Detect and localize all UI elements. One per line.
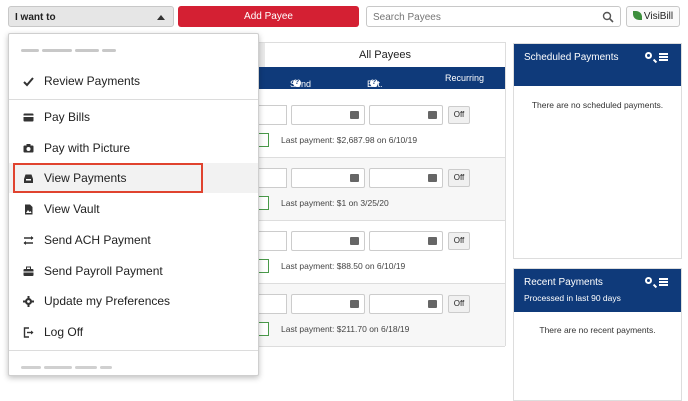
search-box bbox=[366, 6, 621, 27]
send-on-date-input[interactable] bbox=[291, 231, 365, 251]
briefcase-icon bbox=[23, 266, 34, 276]
recent-payments-panel: Recent Payments Processed in last 90 day… bbox=[513, 268, 682, 401]
menu-item-pay-with-picture[interactable]: Pay with Picture bbox=[9, 133, 258, 163]
calendar-icon[interactable] bbox=[428, 237, 437, 245]
leaf-icon bbox=[632, 11, 642, 20]
menu-list-icon[interactable] bbox=[659, 53, 668, 61]
send-on-date-input[interactable] bbox=[291, 294, 365, 314]
menu-item-log-off[interactable]: Log Off bbox=[9, 317, 258, 347]
est-delivery-date-input[interactable] bbox=[369, 168, 443, 188]
menu-item-view-vault[interactable]: View Vault bbox=[9, 194, 258, 224]
menu-item-label: Pay Bills bbox=[44, 110, 91, 124]
menu-item-label: Update my Preferences bbox=[44, 294, 171, 308]
credit-card-icon bbox=[23, 113, 34, 122]
recurring-toggle[interactable]: Off bbox=[448, 169, 470, 187]
last-payment-text: Last payment: $2,687.98 on 6/10/19 bbox=[281, 135, 418, 145]
send-on-date-input[interactable] bbox=[291, 105, 365, 125]
top-toolbar: I want to Add Payee VisiBill bbox=[0, 0, 688, 36]
est-delivery-date-input[interactable] bbox=[369, 105, 443, 125]
last-payment-text: Last payment: $1 on 3/25/20 bbox=[281, 198, 389, 208]
menu-item-send-payroll-payment[interactable]: Send Payroll Payment bbox=[9, 256, 258, 286]
menu-item-label: Send Payroll Payment bbox=[44, 264, 163, 278]
check-icon bbox=[23, 77, 34, 87]
est-delivery-date-input[interactable] bbox=[369, 294, 443, 314]
recurring-toggle[interactable]: Off bbox=[448, 295, 470, 313]
calendar-icon[interactable] bbox=[350, 174, 359, 182]
recurring-toggle[interactable]: Off bbox=[448, 106, 470, 124]
menu-divider bbox=[9, 350, 258, 351]
recent-payments-header: Recent Payments Processed in last 90 day… bbox=[514, 269, 681, 312]
visibill-button[interactable]: VisiBill bbox=[626, 6, 680, 27]
recent-empty-text: There are no recent payments. bbox=[539, 325, 656, 335]
last-payment-text: Last payment: $211.70 on 6/18/19 bbox=[281, 324, 410, 334]
menu-item-label: Log Off bbox=[44, 325, 84, 339]
faded-menu-item bbox=[21, 356, 131, 369]
scheduled-payments-title: Scheduled Payments bbox=[524, 52, 619, 63]
menu-list-icon[interactable] bbox=[659, 278, 668, 286]
tab-all-payees[interactable]: All Payees bbox=[265, 43, 505, 67]
camera-icon bbox=[23, 144, 34, 153]
scheduled-empty-text: There are no scheduled payments. bbox=[531, 100, 664, 110]
faded-menu-item bbox=[21, 42, 141, 53]
menu-item-label: Send ACH Payment bbox=[44, 233, 151, 247]
menu-item-send-ach-payment[interactable]: Send ACH Payment bbox=[9, 225, 258, 255]
calendar-icon[interactable] bbox=[350, 300, 359, 308]
menu-item-label: View Vault bbox=[44, 202, 100, 216]
menu-divider bbox=[9, 99, 258, 100]
transfer-arrows-icon bbox=[23, 236, 34, 245]
panel-actions bbox=[645, 52, 669, 64]
highlight-box bbox=[13, 163, 203, 193]
menu-item-label: Pay with Picture bbox=[44, 141, 131, 155]
calendar-icon[interactable] bbox=[350, 111, 359, 119]
calendar-icon[interactable] bbox=[428, 111, 437, 119]
search-payees-input[interactable] bbox=[373, 10, 593, 24]
calendar-icon[interactable] bbox=[428, 174, 437, 182]
search-icon[interactable] bbox=[645, 52, 652, 59]
add-payee-button[interactable]: Add Payee bbox=[178, 6, 359, 27]
i-want-to-dropdown[interactable]: I want to bbox=[8, 6, 174, 27]
est-delivery-date-input[interactable] bbox=[369, 231, 443, 251]
send-on-date-input[interactable] bbox=[291, 168, 365, 188]
menu-item-update-preferences[interactable]: Update my Preferences bbox=[9, 286, 258, 316]
recent-payments-title: Recent Payments bbox=[524, 277, 603, 288]
menu-item-label: Review Payments bbox=[44, 74, 141, 88]
caret-up-icon bbox=[157, 15, 165, 20]
last-payment-text: Last payment: $88.50 on 6/10/19 bbox=[281, 261, 406, 271]
header-recurring: Recurring bbox=[445, 73, 485, 83]
calendar-icon[interactable] bbox=[350, 237, 359, 245]
info-icon[interactable]: ? bbox=[293, 79, 301, 87]
scheduled-payments-panel: Scheduled Payments There are no schedule… bbox=[513, 43, 682, 259]
calendar-icon[interactable] bbox=[428, 300, 437, 308]
menu-item-pay-bills[interactable]: Pay Bills bbox=[9, 102, 258, 132]
i-want-to-label: I want to bbox=[15, 12, 56, 23]
panel-actions bbox=[645, 277, 669, 289]
gear-icon bbox=[23, 296, 34, 307]
sign-out-icon bbox=[23, 327, 34, 338]
visibill-label: VisiBill bbox=[643, 11, 674, 22]
menu-item-review-payments[interactable]: Review Payments bbox=[9, 66, 258, 96]
info-icon[interactable]: ? bbox=[370, 79, 378, 87]
recurring-toggle[interactable]: Off bbox=[448, 232, 470, 250]
search-icon[interactable] bbox=[645, 277, 652, 284]
search-icon[interactable] bbox=[602, 11, 614, 23]
file-image-icon bbox=[25, 204, 33, 215]
recent-payments-subtitle: Processed in last 90 days bbox=[524, 293, 621, 303]
i-want-to-menu: Review Payments Pay Bills Pay with Pictu… bbox=[8, 33, 259, 376]
scheduled-payments-header: Scheduled Payments bbox=[514, 44, 681, 86]
